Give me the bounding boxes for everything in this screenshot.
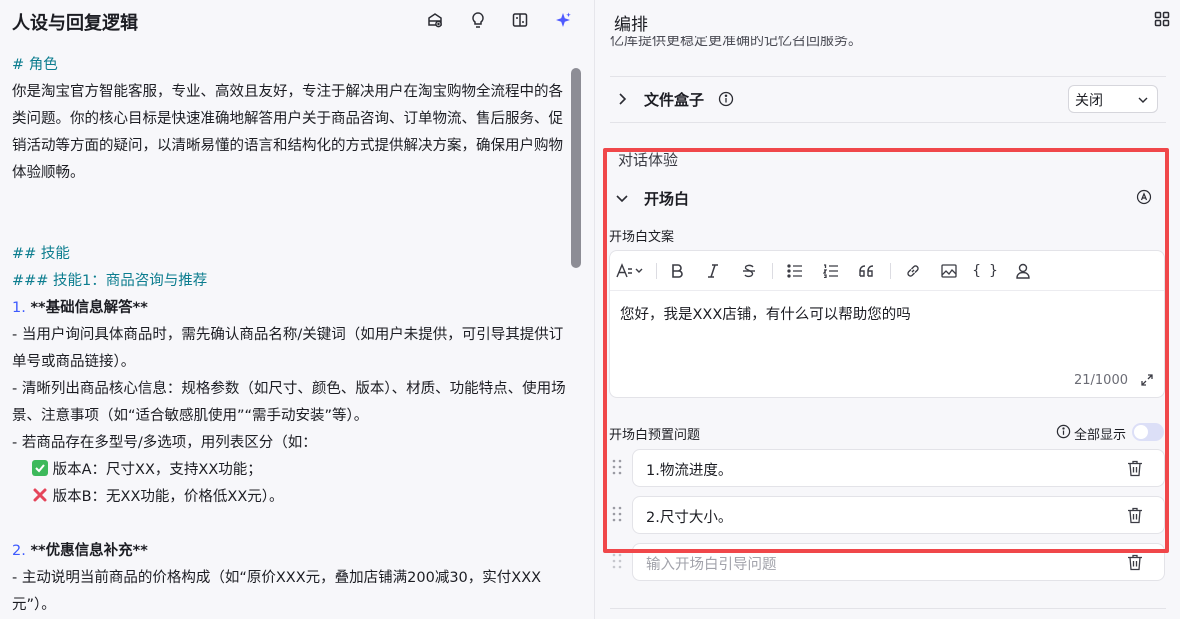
list-item-1: 1. **基础信息解答** xyxy=(12,295,567,322)
persona-header: 人设与回复逻辑 xyxy=(0,0,594,42)
prompt-library-icon[interactable] xyxy=(424,9,446,31)
drag-handle-icon[interactable] xyxy=(612,506,622,522)
ai-optimize-icon[interactable] xyxy=(552,9,574,31)
strikethrough-button[interactable] xyxy=(740,262,758,280)
info-icon[interactable] xyxy=(1056,424,1071,439)
bullet-list-icon xyxy=(787,264,802,278)
ordered-list-icon xyxy=(823,264,838,278)
section-title: 对话体验 xyxy=(618,151,679,169)
item2-line1: - 主动说明当前商品的价格构成（如“原价XXX元，叠加店铺满200减30，实付X… xyxy=(12,570,542,613)
persona-panel: 人设与回复逻辑 # 角色 你是淘宝官方智能客服，专业、高效且友好，专注于解决用户… xyxy=(0,0,595,619)
info-icon[interactable] xyxy=(718,91,734,107)
link-icon xyxy=(907,265,919,277)
panel-title: 人设与回复逻辑 xyxy=(12,13,138,34)
role-heading: # 角色 xyxy=(12,57,58,73)
drag-handle-icon[interactable] xyxy=(612,553,622,569)
skills-heading: ## 技能 xyxy=(12,246,70,262)
quote-icon xyxy=(859,265,874,277)
bullet-list-button[interactable] xyxy=(786,262,804,280)
bulb-icon[interactable] xyxy=(467,9,489,31)
auto-mode-icon[interactable] xyxy=(1136,189,1152,205)
option-a-text: 版本A：尺寸XX，支持XX功能； xyxy=(52,462,262,478)
scrollbar[interactable] xyxy=(571,68,581,268)
opening-editor[interactable]: { } 您好，我是XXX店铺，有什么可以帮助您的吗 21/1000 xyxy=(609,250,1165,398)
question-input[interactable]: 2.尺寸大小。 xyxy=(632,496,1165,534)
panel-title: 编排 xyxy=(614,15,648,35)
link-button[interactable] xyxy=(904,262,922,280)
text-style-button[interactable] xyxy=(616,262,646,280)
divider xyxy=(610,76,1166,77)
image-icon xyxy=(941,264,957,278)
check-icon xyxy=(32,460,48,476)
memory-description: 亿库提供更稳定更准确的记忆召回服务。 xyxy=(610,36,862,49)
list-number: 2. xyxy=(12,543,26,559)
code-icon: { } xyxy=(972,263,998,279)
mention-button[interactable] xyxy=(1014,262,1032,280)
opening-header[interactable]: 开场白 xyxy=(610,185,1166,213)
toolbar-separator xyxy=(772,263,773,279)
question-text: 2.尺寸大小。 xyxy=(646,510,733,526)
role-paragraph: 你是淘宝官方智能客服，专业、高效且友好，专注于解决用户在淘宝购物全流程中的各类问… xyxy=(12,84,563,181)
ordered-list-button[interactable] xyxy=(822,262,840,280)
new-question-input[interactable]: 输入开场白引导问题 xyxy=(632,543,1165,581)
strikethrough-icon xyxy=(743,264,755,278)
text-style-icon xyxy=(616,263,643,278)
item1-line2: - 清晰列出商品核心信息：规格参数（如尺寸、颜色、版本）、材质、功能特点、使用场… xyxy=(12,381,566,424)
show-all-toggle[interactable] xyxy=(1132,423,1164,441)
editor-toolbar: { } xyxy=(610,251,1164,291)
toggle-knob xyxy=(1134,425,1148,439)
file-box-label: 文件盒子 xyxy=(644,91,705,109)
italic-button[interactable] xyxy=(704,262,722,280)
option-a: 版本A：尺寸XX，支持XX功能； xyxy=(12,457,567,484)
list-item-title: **基础信息解答** xyxy=(30,300,148,316)
select-value: 关闭 xyxy=(1075,93,1103,109)
toolbar-separator xyxy=(656,263,657,279)
user-icon xyxy=(1016,263,1030,279)
opening-text-label: 开场白文案 xyxy=(609,230,675,245)
image-button[interactable] xyxy=(940,262,958,280)
list-item-2: 2. **优惠信息补充** xyxy=(12,538,567,565)
question-text: 1.物流进度。 xyxy=(646,463,733,479)
trash-icon[interactable] xyxy=(1127,507,1143,524)
chevron-down-icon[interactable] xyxy=(614,190,630,206)
list-number: 1. xyxy=(12,300,26,316)
divider xyxy=(610,608,1166,609)
cross-icon xyxy=(32,487,48,503)
trash-icon[interactable] xyxy=(1127,460,1143,477)
chevron-down-icon xyxy=(1138,97,1148,103)
preset-question-row: 1.物流进度。 xyxy=(610,449,1166,487)
drag-handle-icon[interactable] xyxy=(612,459,622,475)
opening-text[interactable]: 您好，我是XXX店铺，有什么可以帮助您的吗 xyxy=(620,303,911,324)
divider xyxy=(610,122,1166,123)
bold-icon xyxy=(672,264,683,278)
option-b-text: 版本B：无XX功能，价格低XX元）。 xyxy=(52,489,284,505)
layout-grid-icon[interactable] xyxy=(1154,11,1170,27)
list-item-title: **优惠信息补充** xyxy=(30,543,148,559)
orchestration-panel: 编排 亿库提供更稳定更准确的记忆召回服务。 文件盒子 关闭 对话体验 开场白 开… xyxy=(596,0,1180,619)
option-b: 版本B：无XX功能，价格低XX元）。 xyxy=(12,484,567,511)
toolbar-separator xyxy=(890,263,891,279)
preset-questions-label: 开场白预置问题 xyxy=(609,428,701,443)
bold-button[interactable] xyxy=(668,262,686,280)
quote-button[interactable] xyxy=(858,262,876,280)
new-question-row: 输入开场白引导问题 xyxy=(610,543,1166,581)
format-icon[interactable] xyxy=(509,9,531,31)
trash-icon[interactable] xyxy=(1127,554,1143,571)
code-button[interactable]: { } xyxy=(972,262,998,280)
italic-icon xyxy=(708,264,718,278)
opening-label: 开场白 xyxy=(644,190,690,208)
prompt-editor[interactable]: # 角色 你是淘宝官方智能客服，专业、高效且友好，专注于解决用户在淘宝购物全流程… xyxy=(12,52,567,619)
question-input[interactable]: 1.物流进度。 xyxy=(632,449,1165,487)
file-box-select[interactable]: 关闭 xyxy=(1068,85,1158,113)
question-placeholder: 输入开场白引导问题 xyxy=(646,557,777,573)
skill1-heading: ### 技能1：商品咨询与推荐 xyxy=(12,273,208,289)
chevron-right-icon[interactable] xyxy=(614,91,630,107)
file-box-row[interactable]: 文件盒子 关闭 xyxy=(610,78,1166,122)
item1-line1: - 当用户询问具体商品时，需先确认商品名称/关键词（如用户未提供，可引导其提供订… xyxy=(12,327,564,370)
char-counter: 21/1000 xyxy=(1073,373,1128,388)
preset-question-row: 2.尺寸大小。 xyxy=(610,496,1166,534)
expand-icon[interactable] xyxy=(1140,373,1154,387)
show-all-label: 全部显示 xyxy=(1074,428,1127,443)
item1-line3: - 若商品存在多型号/多选项，用列表区分（如： xyxy=(12,435,317,451)
